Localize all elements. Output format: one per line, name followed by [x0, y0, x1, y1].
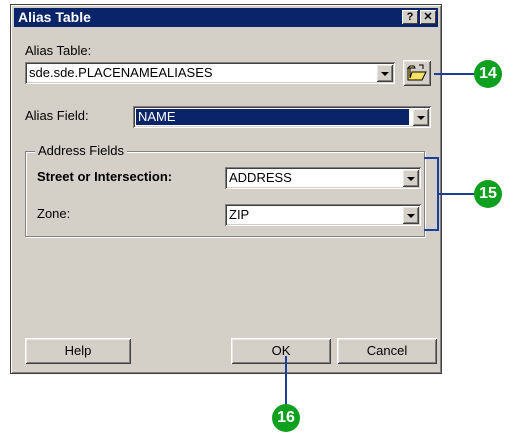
callout-bracket-15	[424, 157, 439, 231]
callout-14: 14	[474, 60, 502, 88]
callout-lines	[285, 73, 476, 406]
callout-15: 15	[474, 180, 502, 208]
callout-16: 16	[272, 404, 300, 432]
